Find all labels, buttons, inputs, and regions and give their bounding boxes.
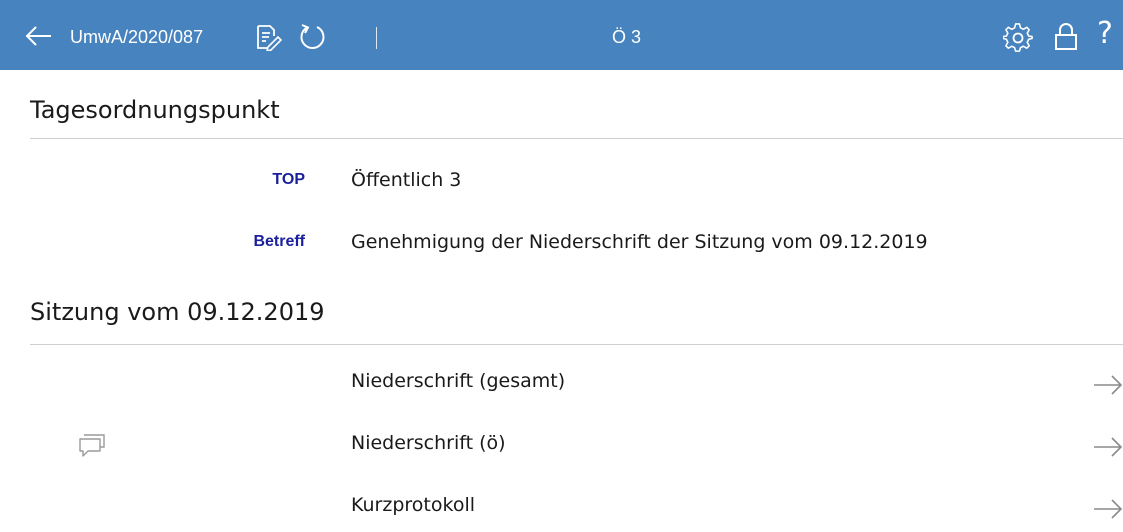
help-icon[interactable]: ?: [1097, 17, 1113, 51]
arrow-right-icon[interactable]: [1093, 498, 1123, 524]
divider: [30, 344, 1123, 345]
document-row-niederschrift-gesamt[interactable]: Niederschrift (gesamt): [0, 360, 1123, 408]
document-id: UmwA/2020/087: [70, 27, 204, 47]
document-row-niederschrift-oe[interactable]: Niederschrift (ö): [0, 422, 1123, 470]
lock-icon[interactable]: [1054, 22, 1078, 56]
section-heading-agenda-item: Tagesordnungspunkt: [30, 96, 280, 124]
field-label-top: TOP: [272, 171, 305, 188]
toolbar-separator: [376, 27, 377, 49]
arrow-right-icon[interactable]: [1093, 374, 1123, 400]
document-row-label: Niederschrift (ö): [351, 432, 506, 454]
comment-icon[interactable]: [77, 432, 107, 462]
document-row-label: Kurzprotokoll: [351, 494, 476, 516]
page-title: Ö 3: [612, 27, 642, 47]
settings-icon[interactable]: [1002, 23, 1033, 57]
back-arrow-icon[interactable]: [24, 25, 52, 51]
divider: [30, 138, 1123, 139]
field-label-subject: Betreff: [253, 233, 305, 250]
section-heading-session: Sitzung vom 09.12.2019: [30, 298, 325, 326]
refresh-icon[interactable]: [298, 23, 328, 57]
arrow-right-icon[interactable]: [1093, 436, 1123, 462]
app-toolbar: UmwA/2020/087 Ö 3 ?: [0, 0, 1123, 70]
document-row-kurzprotokoll[interactable]: Kurzprotokoll: [0, 484, 1123, 532]
field-value-subject: Genehmigung der Niederschrift der Sitzun…: [351, 231, 928, 253]
edit-document-icon[interactable]: [254, 23, 283, 55]
field-value-top: Öffentlich 3: [351, 169, 462, 191]
document-row-label: Niederschrift (gesamt): [351, 370, 566, 392]
